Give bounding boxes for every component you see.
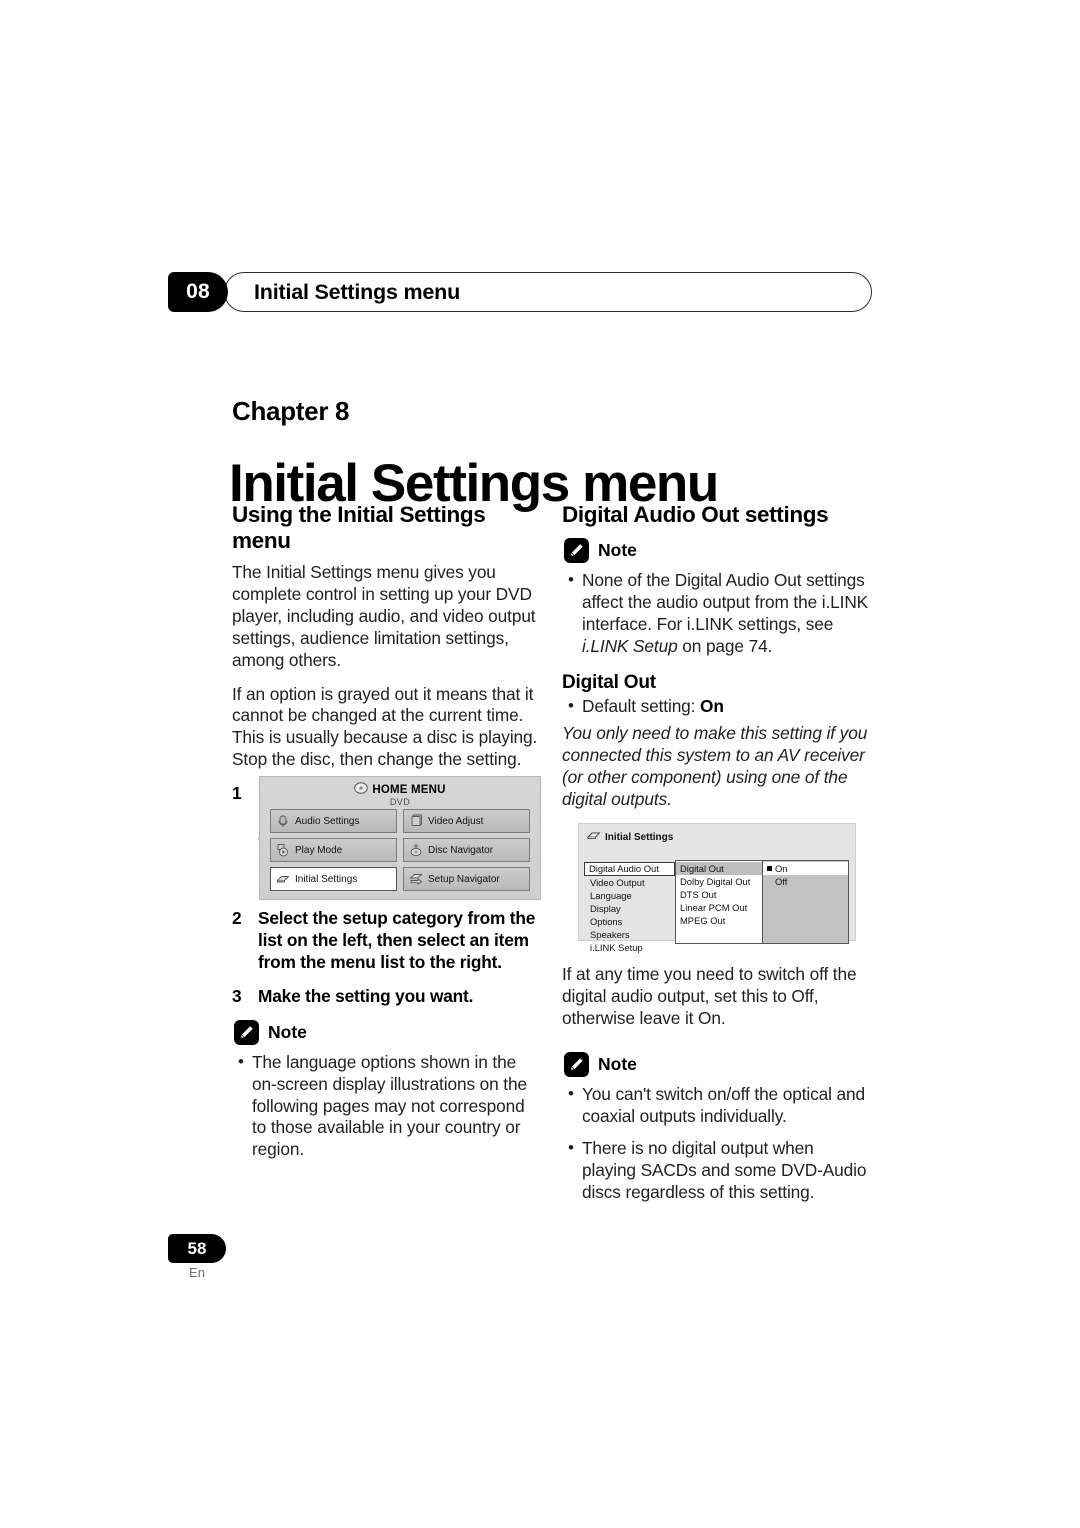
- osd-category-video-output[interactable]: Video Output: [585, 876, 675, 889]
- osd-option-on[interactable]: On: [763, 862, 848, 875]
- running-head: 08 Initial Settings menu: [168, 272, 872, 312]
- play-mode-icon: [276, 843, 290, 857]
- home-menu-item-label: Video Adjust: [428, 815, 484, 827]
- step-2-number: 2: [232, 908, 242, 928]
- step-1-number: 1: [232, 783, 242, 804]
- home-menu-item-label: Audio Settings: [295, 815, 360, 827]
- note-list-left: The language options shown in the on-scr…: [232, 1051, 542, 1161]
- home-menu-item-initial-settings[interactable]: Initial Settings: [270, 867, 397, 891]
- section-heading-using-initial-settings: Using the Initial Settings menu: [232, 502, 486, 554]
- note-header-right-bottom: Note: [564, 1051, 872, 1077]
- note-header-right-top: Note: [564, 538, 872, 564]
- osd-category-column: Digital Audio Out Video Output Language …: [584, 850, 675, 953]
- note-label: Note: [268, 1021, 307, 1042]
- osd-option-on-label: On: [775, 863, 788, 874]
- osd-menu-mpeg-out[interactable]: MPEG Out: [676, 914, 762, 927]
- right-column-continued: If at any time you need to switch off th…: [562, 964, 872, 1215]
- note-item: There is no digital output when playing …: [562, 1137, 872, 1204]
- initial-settings-osd-title-label: Initial Settings: [605, 831, 674, 843]
- initial-settings-icon: [586, 830, 601, 844]
- selected-marker-icon: [767, 866, 772, 871]
- paragraph-digital-out-italic: You only need to make this setting if yo…: [562, 723, 868, 810]
- home-menu-item-setup-navigator[interactable]: Setup Navigator: [403, 867, 530, 891]
- osd-menu-digital-out[interactable]: Digital Out: [676, 862, 762, 875]
- subheading-digital-out: Digital Out: [562, 671, 656, 693]
- step-2-text: Select the setup category from the list …: [258, 908, 536, 972]
- step-3-text: Make the setting you want.: [258, 985, 474, 1006]
- home-menu-item-disc-navigator[interactable]: Disc Navigator: [403, 838, 530, 862]
- page-language-code: En: [189, 1265, 205, 1280]
- home-menu-item-label: Initial Settings: [295, 873, 358, 885]
- initial-settings-osd-columns: Digital Audio Out Video Output Language …: [584, 850, 849, 953]
- initial-settings-icon: [276, 872, 290, 886]
- osd-category-options[interactable]: Options: [585, 915, 675, 928]
- note-list-right-top: None of the Digital Audio Out settings a…: [562, 569, 872, 658]
- default-setting-item: Default setting: On: [562, 695, 872, 718]
- osd-option-off[interactable]: Off: [763, 875, 848, 888]
- note-text-italic: i.LINK Setup: [582, 635, 678, 656]
- home-menu-osd-illustration: HOME MENU DVD Audio Settings Video Adjus…: [259, 776, 541, 900]
- right-column: Digital Audio Out settings Note None of …: [562, 502, 872, 823]
- osd-menu-dts-out[interactable]: DTS Out: [676, 888, 762, 901]
- chapter-number-badge: 08: [168, 272, 228, 312]
- step-2: 2 Select the setup category from the list…: [232, 908, 542, 974]
- section-heading-digital-audio-out: Digital Audio Out settings: [562, 502, 829, 527]
- running-head-title: Initial Settings menu: [254, 279, 461, 304]
- osd-category-ilink-setup[interactable]: i.LINK Setup: [585, 941, 675, 954]
- home-menu-item-label: Disc Navigator: [428, 844, 494, 856]
- home-menu-item-video-adjust[interactable]: Video Adjust: [403, 809, 530, 833]
- osd-category-language[interactable]: Language: [585, 889, 675, 902]
- setup-navigator-icon: [409, 872, 423, 886]
- disc-navigator-icon: [409, 843, 423, 857]
- note-item: None of the Digital Audio Out settings a…: [562, 569, 872, 658]
- default-setting-value: On: [700, 695, 724, 716]
- osd-menu-column: Digital Out Dolby Digital Out DTS Out Li…: [675, 850, 763, 944]
- home-menu-item-audio-settings[interactable]: Audio Settings: [270, 809, 397, 833]
- chapter-label: Chapter 8: [232, 396, 350, 426]
- pencil-note-icon: [234, 1019, 259, 1045]
- home-menu-item-play-mode[interactable]: Play Mode: [270, 838, 397, 862]
- initial-settings-osd-illustration: Initial Settings Digital Audio Out Video…: [578, 823, 856, 953]
- note-label: Note: [598, 1053, 637, 1074]
- step-3: 3 Make the setting you want.: [232, 986, 542, 1008]
- home-menu-title: HOME MENU: [372, 784, 446, 796]
- osd-category-speakers[interactable]: Speakers: [585, 928, 675, 941]
- paragraph-intro: The Initial Settings menu gives you comp…: [232, 562, 536, 670]
- note-text-after: on page 74.: [677, 635, 773, 656]
- paragraph-grayed-out: If an option is grayed out it means that…: [232, 683, 538, 770]
- home-menu-item-label: Play Mode: [295, 844, 343, 856]
- default-setting-list: Default setting: On: [562, 695, 872, 718]
- home-menu-osd-header: HOME MENU DVD: [260, 781, 540, 807]
- audio-settings-icon: [276, 814, 290, 828]
- paragraph-switch-off-digital: If at any time you need to switch off th…: [562, 964, 857, 1028]
- pencil-note-icon: [564, 538, 589, 564]
- note-text-before: None of the Digital Audio Out settings a…: [582, 570, 869, 634]
- step-3-number: 3: [232, 985, 242, 1006]
- pencil-note-icon: [564, 1051, 589, 1077]
- note-list-right-bottom: You can't switch on/off the optical and …: [562, 1083, 872, 1204]
- osd-menu-dolby-digital-out[interactable]: Dolby Digital Out: [676, 875, 762, 888]
- page-number-badge: 58: [168, 1234, 226, 1263]
- default-setting-label: Default setting:: [582, 695, 696, 716]
- home-menu-item-label: Setup Navigator: [428, 873, 500, 885]
- osd-category-digital-audio-out[interactable]: Digital Audio Out: [584, 862, 675, 876]
- note-label: Note: [598, 540, 637, 561]
- osd-option-column: On Off: [762, 850, 849, 944]
- video-adjust-icon: [409, 814, 423, 828]
- home-menu-subtitle: DVD: [389, 797, 411, 807]
- note-header-left: Note: [234, 1019, 542, 1045]
- disc-icon: [354, 781, 369, 799]
- osd-menu-linear-pcm-out[interactable]: Linear PCM Out: [676, 901, 762, 914]
- left-column-continued: 2 Select the setup category from the list…: [232, 908, 542, 1172]
- osd-category-display[interactable]: Display: [585, 902, 675, 915]
- initial-settings-osd-title: Initial Settings: [586, 830, 674, 844]
- home-menu-grid: Audio Settings Video Adjust Play Mode Di…: [270, 809, 530, 891]
- note-item: You can't switch on/off the optical and …: [562, 1083, 872, 1128]
- note-item: The language options shown in the on-scr…: [232, 1051, 542, 1161]
